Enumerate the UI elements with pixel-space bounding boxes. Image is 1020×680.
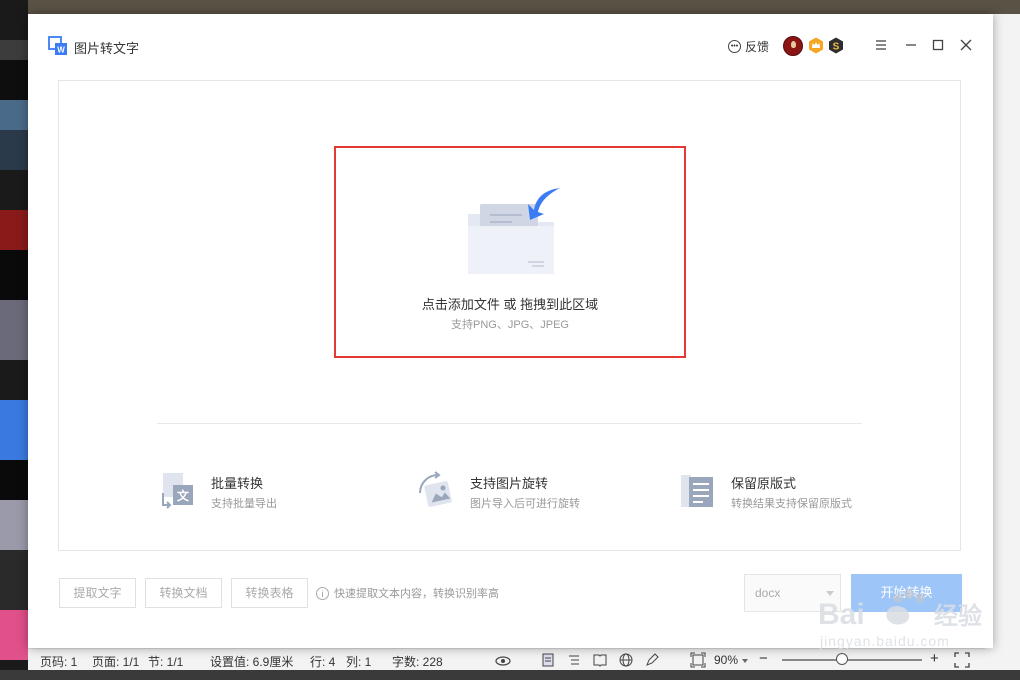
output-format-value: docx [755,586,781,600]
feature-title: 批量转换 [211,476,264,491]
feedback-button[interactable]: ••• 反馈 [728,38,769,55]
zoom-slider[interactable] [782,659,922,661]
batch-convert-icon: 文 [162,473,193,509]
convert-table-button[interactable]: 转换表格 [231,578,308,608]
chevron-down-icon [826,591,834,596]
close-icon[interactable] [955,34,977,56]
crown-badge-icon[interactable] [808,37,824,54]
feature-desc: 支持批量导出 [211,498,277,510]
start-convert-button[interactable]: 开始转换 [851,574,962,612]
zoom-in-button[interactable]: + [930,650,939,667]
status-section: 节: 1/1 [148,655,184,669]
convert-document-button[interactable]: 转换文档 [145,578,222,608]
zoom-level[interactable]: 90% [714,653,738,667]
keep-layout-icon [681,475,713,507]
reading-view-icon[interactable] [592,652,608,668]
hint-text: 快速提取文本内容，转换识别率高 [334,588,499,600]
desktop-background-top [28,0,1020,14]
chat-bubble-icon: ••• [728,40,741,53]
status-setting: 设置值: 6.9厘米 [210,655,294,669]
status-page-code: 页码: 1 [40,655,78,669]
web-view-icon[interactable] [618,652,634,668]
eye-icon[interactable] [495,652,511,668]
watermark-url: jingyan.baidu.com [819,633,950,649]
folder-upload-icon [468,188,560,274]
fit-page-icon[interactable] [690,652,706,668]
document-status-bar: 页码: 1 页面: 1/1 节: 1/1 设置值: 6.9厘米 行: 4 列: … [28,648,985,671]
conversion-hint: i 快速提取文本内容，转换识别率高 [316,585,499,601]
status-word-count[interactable]: 字数: 228 [392,653,443,670]
feature-title: 保留原版式 [731,476,797,491]
status-col: 列: 1 [346,655,372,669]
status-row: 行: 4 [310,655,336,669]
desktop-background-left [0,0,28,680]
zoom-out-button[interactable]: − [759,650,768,667]
supported-formats-text: 支持PNG、JPG、JPEG [451,319,569,331]
feature-title: 支持图片旋转 [470,476,549,491]
super-member-badge-icon[interactable]: S [828,37,844,54]
pen-icon[interactable] [644,652,660,668]
feedback-label: 反馈 [745,40,770,54]
page-view-icon[interactable] [540,652,556,668]
maximize-icon[interactable] [927,34,949,56]
zoom-slider-handle[interactable] [836,653,848,665]
minimize-icon[interactable] [900,34,922,56]
drop-zone-instruction: 点击添加文件 或 拖拽到此区域 [421,297,599,312]
feature-desc: 图片导入后可进行旋转 [470,498,580,510]
status-page: 页面: 1/1 [92,655,140,669]
image-rotate-icon [419,471,452,507]
zoom-dropdown-icon[interactable] [742,659,748,663]
svg-text:文: 文 [177,488,190,503]
app-logo-icon: W [48,36,67,55]
menu-icon[interactable] [870,34,892,56]
feature-desc: 转换结果支持保留原版式 [731,498,852,510]
file-drop-zone[interactable]: 点击添加文件 或 拖拽到此区域 支持PNG、JPG、JPEG [334,146,686,358]
section-divider [157,423,862,424]
output-format-select[interactable]: docx [744,574,841,612]
app-title: 图片转文字 [74,41,140,56]
image-to-text-dialog: W 图片转文字 ••• 反馈 S 点击添加文件 或 拖拽到此区域 支持PNG、J… [28,14,993,649]
user-avatar[interactable] [783,36,803,56]
extract-text-button[interactable]: 提取文字 [59,578,136,608]
svg-text:W: W [57,46,65,55]
svg-text:S: S [833,42,840,53]
outline-view-icon[interactable] [566,652,582,668]
title-bar: W 图片转文字 ••• 反馈 S [28,14,993,76]
desktop-taskbar-strip [0,670,1020,680]
upload-card: 点击添加文件 或 拖拽到此区域 支持PNG、JPG、JPEG 文 批量转换 支持… [58,80,961,551]
fullscreen-icon[interactable] [954,652,970,668]
info-icon: i [316,586,329,600]
